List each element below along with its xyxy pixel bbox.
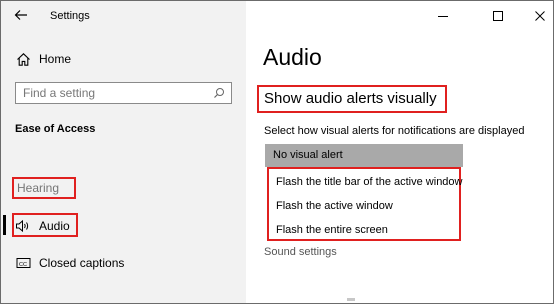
svg-text:CC: CC: [19, 262, 27, 268]
sidebar: Settings Home Ease of Access Hearing: [1, 1, 246, 303]
sidebar-item-home[interactable]: Home: [1, 45, 246, 73]
dropdown-selected-value: No visual alert: [273, 149, 343, 161]
close-button[interactable]: [532, 8, 548, 24]
minimize-icon: [438, 16, 448, 17]
search-input[interactable]: [23, 83, 208, 103]
sidebar-item-label: Closed captions: [39, 256, 125, 270]
maximize-icon: [493, 11, 503, 21]
dropdown-label: Select how visual alerts for notificatio…: [264, 125, 525, 137]
search-icon[interactable]: [213, 87, 225, 99]
sidebar-item-label: Home: [39, 52, 72, 66]
audio-highlight-box: [12, 213, 78, 237]
dropdown-option-flash-title-bar[interactable]: Flash the title bar of the active window: [276, 176, 462, 188]
subheading-highlight-box: Show audio alerts visually: [257, 85, 447, 113]
sound-settings-link[interactable]: Sound settings: [264, 246, 337, 258]
minimize-button[interactable]: [435, 8, 451, 24]
home-icon: [15, 51, 31, 67]
sidebar-item-closed-captions[interactable]: CC Closed captions: [1, 249, 246, 277]
scrollbar-handle[interactable]: [347, 298, 355, 301]
closed-captions-icon: CC: [15, 255, 31, 271]
close-icon: [535, 11, 545, 21]
section-subheading: Show audio alerts visually: [264, 90, 437, 107]
page-title: Audio: [263, 44, 322, 70]
maximize-button[interactable]: [490, 8, 506, 24]
window-title: Settings: [50, 10, 90, 22]
dropdown-option-flash-active-window[interactable]: Flash the active window: [276, 200, 393, 212]
settings-window: Settings Home Ease of Access Hearing: [0, 0, 554, 304]
arrow-left-icon: [14, 10, 27, 20]
visual-alert-dropdown-selected[interactable]: No visual alert: [265, 144, 463, 167]
options-highlight-box: Flash the title bar of the active window…: [267, 167, 462, 241]
search-box[interactable]: [15, 82, 232, 104]
group-label-hearing: Hearing: [12, 177, 76, 199]
back-button[interactable]: [11, 5, 31, 25]
section-heading: Ease of Access: [15, 123, 96, 135]
dropdown-option-flash-entire-screen[interactable]: Flash the entire screen: [276, 224, 388, 236]
